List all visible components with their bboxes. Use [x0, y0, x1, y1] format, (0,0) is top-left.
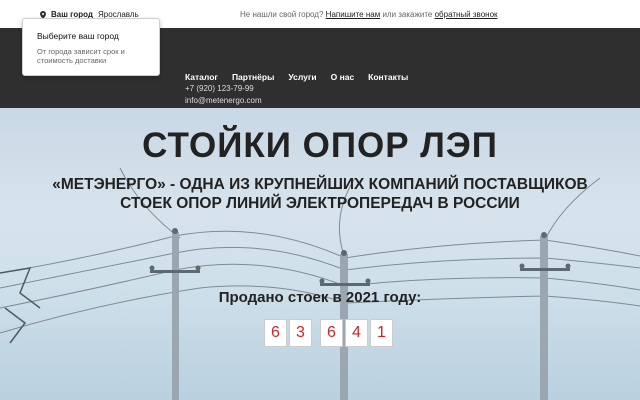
callback-link[interactable]: обратный звонок	[435, 10, 498, 19]
sold-label: Продано стоек в 2021 году:	[218, 289, 422, 306]
email-address[interactable]: info@metenergo.com	[185, 96, 262, 105]
help-text: Не нашли свой город? Напишите нам или за…	[240, 10, 498, 19]
page-subtitle: «МЕТЭНЕРГО» - ОДНА ИЗ КРУПНЕЙШИХ КОМПАНИ…	[52, 176, 588, 212]
hero-section: СТОЙКИ ОПОР ЛЭП «МЕТЭНЕРГО» - ОДНА ИЗ КР…	[0, 108, 640, 400]
help-prefix: Не нашли свой город?	[240, 10, 324, 19]
counter-digit: 1	[370, 319, 393, 347]
counter-digit: 6	[264, 319, 287, 347]
nav-about[interactable]: О нас	[331, 72, 355, 82]
counter-digit: 3	[289, 319, 312, 347]
nav-partners[interactable]: Партнёры	[232, 72, 274, 82]
nav-services[interactable]: Услуги	[288, 72, 316, 82]
counter-digit: 4	[345, 319, 368, 347]
phone-number[interactable]: +7 (920) 123-79-99	[185, 84, 254, 93]
help-middle: или закажите	[382, 10, 433, 19]
popup-description: От города зависит срок и стоимость доста…	[37, 47, 125, 65]
city-popup: Выберите ваш город От города зависит сро…	[22, 18, 160, 76]
nav-contacts[interactable]: Контакты	[368, 72, 408, 82]
popup-title: Выберите ваш город	[37, 31, 119, 41]
counter-digit: 6	[320, 319, 343, 347]
main-nav: Каталог Партнёры Услуги О нас Контакты	[185, 72, 408, 82]
nav-catalog[interactable]: Каталог	[185, 72, 218, 82]
sales-counter: 6 3 6 4 1	[264, 319, 393, 347]
write-us-link[interactable]: Напишите нам	[326, 10, 381, 19]
page-title: СТОЙКИ ОПОР ЛЭП	[142, 126, 498, 165]
